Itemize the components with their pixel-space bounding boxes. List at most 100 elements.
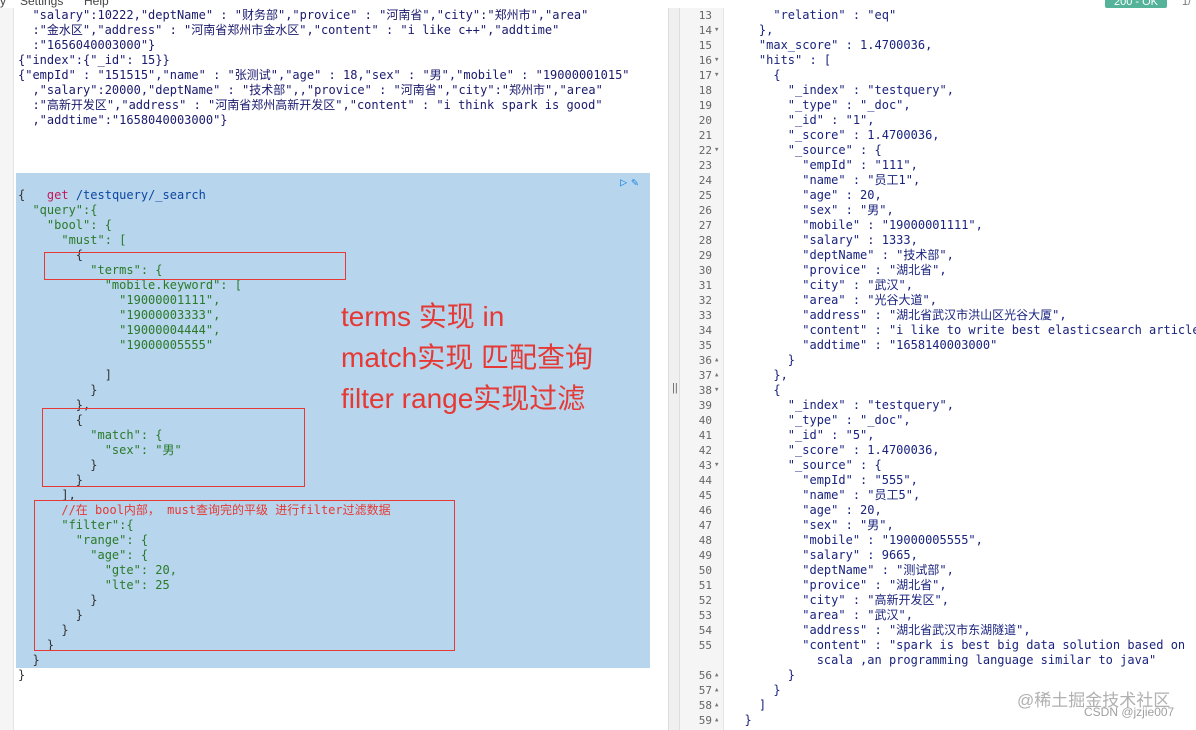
response-line: "city" : "武汉", [730, 278, 913, 292]
line-number: 43 [698, 459, 712, 472]
query-line[interactable]: } [18, 383, 97, 398]
fold-open-icon[interactable]: ▾ [714, 383, 719, 398]
response-line: "relation" : "eq" [730, 8, 897, 22]
response-line: "mobile" : "19000005555", [730, 533, 983, 547]
line-number: 21 [698, 129, 712, 142]
response-line: "salary" : 9665, [730, 548, 918, 562]
bulk-data-line[interactable]: {"index":{"_id": 15}} [18, 53, 170, 68]
fold-open-icon[interactable]: ▾ [714, 53, 719, 68]
response-line: }, [730, 368, 788, 382]
play-icon[interactable]: ▷ [620, 175, 627, 189]
line-number: 47 [698, 519, 712, 532]
line-number: 27 [698, 219, 712, 232]
fold-close-icon[interactable]: ▴ [714, 668, 719, 683]
line-number: 50 [698, 564, 712, 577]
response-line: "addtime" : "1658140003000" [730, 338, 998, 352]
top-right-fragment: 1/ [1182, 0, 1192, 8]
response-line: "salary" : 1333, [730, 233, 918, 247]
pane-divider[interactable]: || [668, 8, 680, 730]
response-line: "address" : "湖北省武汉市东湖隧道", [730, 623, 1031, 637]
response-line: "_score" : 1.4700036, [730, 128, 940, 142]
bulk-data-line[interactable]: {"empId" : "151515","name" : "张测试","age"… [18, 68, 630, 83]
line-number: 56 [698, 669, 712, 682]
query-line[interactable]: "19000003333", [18, 308, 220, 323]
response-line: { [730, 68, 781, 82]
line-number: 53 [698, 609, 712, 622]
response-line: "_id" : "5", [730, 428, 875, 442]
fold-open-icon[interactable]: ▾ [714, 68, 719, 83]
query-line[interactable]: } [18, 668, 25, 683]
response-line: "name" : "员工5", [730, 488, 921, 502]
response-line: "_type" : "_doc", [730, 98, 911, 112]
query-line[interactable]: "query":{ [18, 203, 97, 218]
response-line: "hits" : [ [730, 53, 832, 67]
line-number: 34 [698, 324, 712, 337]
line-number: 33 [698, 309, 712, 322]
line-number: 35 [698, 339, 712, 352]
query-line[interactable]: "19000004444", [18, 323, 220, 338]
bulk-data-line[interactable]: :"金水区","address" : "河南省郑州市金水区","content"… [18, 23, 559, 38]
line-number: 38 [698, 384, 712, 397]
response-line: scala ,an programming language similar t… [730, 653, 1157, 667]
bulk-data-line[interactable]: :"1656040003000"} [18, 38, 155, 53]
response-line: "deptName" : "测试部", [730, 563, 954, 577]
fold-close-icon[interactable]: ▴ [714, 713, 719, 728]
menu-fragment[interactable]: y [0, 0, 6, 8]
fold-close-icon[interactable]: ▴ [714, 368, 719, 383]
divider-handle[interactable]: || [672, 382, 678, 394]
line-number: 18 [698, 84, 712, 97]
query-line[interactable]: } [18, 653, 39, 668]
line-number: 23 [698, 159, 712, 172]
request-method: get [46, 188, 69, 202]
bulk-data-line[interactable]: "salary":10222,"deptName" : "财务部","provi… [18, 8, 588, 23]
response-line: } [730, 353, 796, 367]
response-viewer[interactable]: 13 "relation" : "eq" 14 ▾ }, 15 "max_score"… [680, 8, 1196, 730]
response-line: "_index" : "testquery", [730, 398, 954, 412]
response-line: "_type" : "_doc", [730, 413, 911, 427]
fold-open-icon[interactable]: ▾ [714, 143, 719, 158]
line-number: 40 [698, 414, 712, 427]
line-number: 49 [698, 549, 712, 562]
menu-help[interactable]: Help [84, 0, 109, 8]
line-number: 30 [698, 264, 712, 277]
query-line[interactable]: ] [18, 368, 112, 383]
wrench-icon[interactable]: ✎ [631, 175, 638, 189]
response-line: "empId" : "555", [730, 473, 918, 487]
menu-settings[interactable]: Settings [20, 0, 63, 8]
fold-close-icon[interactable]: ▴ [714, 683, 719, 698]
line-number: 41 [698, 429, 712, 442]
line-number: 46 [698, 504, 712, 517]
bulk-data-line[interactable]: :"高新开发区","address" : "河南省郑州高新开发区","conte… [18, 98, 602, 113]
query-line[interactable]: "bool": { [18, 218, 112, 233]
line-number: 52 [698, 594, 712, 607]
menubar: y Settings Help [0, 0, 680, 8]
fold-close-icon[interactable]: ▴ [714, 353, 719, 368]
line-number: 20 [698, 114, 712, 127]
fold-open-icon[interactable]: ▾ [714, 23, 719, 38]
response-line: "age" : 20, [730, 503, 882, 517]
response-line: "_id" : "1", [730, 113, 875, 127]
query-line[interactable]: { [18, 188, 25, 203]
line-number: 19 [698, 99, 712, 112]
response-line: "area" : "武汉", [730, 608, 913, 622]
fold-open-icon[interactable]: ▾ [714, 458, 719, 473]
response-line: } [730, 713, 752, 727]
line-number: 51 [698, 579, 712, 592]
query-line[interactable]: "must": [ [18, 233, 126, 248]
query-line[interactable]: "19000001111", [18, 293, 220, 308]
query-line[interactable]: "mobile.keyword": [ [18, 278, 242, 293]
line-number: 58 [698, 699, 712, 712]
line-number: 59 [698, 714, 712, 727]
response-line: }, [730, 23, 774, 37]
response-line: "city" : "高新开发区", [730, 593, 949, 607]
line-number: 48 [698, 534, 712, 547]
response-line: "empId" : "111", [730, 158, 918, 172]
line-number: 37 [698, 369, 712, 382]
response-line: "max_score" : 1.4700036, [730, 38, 933, 52]
bulk-data-line[interactable]: ,"salary":20000,"deptName" : "技术部",,"pro… [18, 83, 602, 98]
response-line: { [730, 383, 781, 397]
response-line: "provice" : "湖北省", [730, 263, 947, 277]
fold-close-icon[interactable]: ▴ [714, 698, 719, 713]
query-line[interactable]: "19000005555" [18, 338, 213, 353]
bulk-data-line[interactable]: ,"addtime":"1658040003000"} [18, 113, 227, 128]
